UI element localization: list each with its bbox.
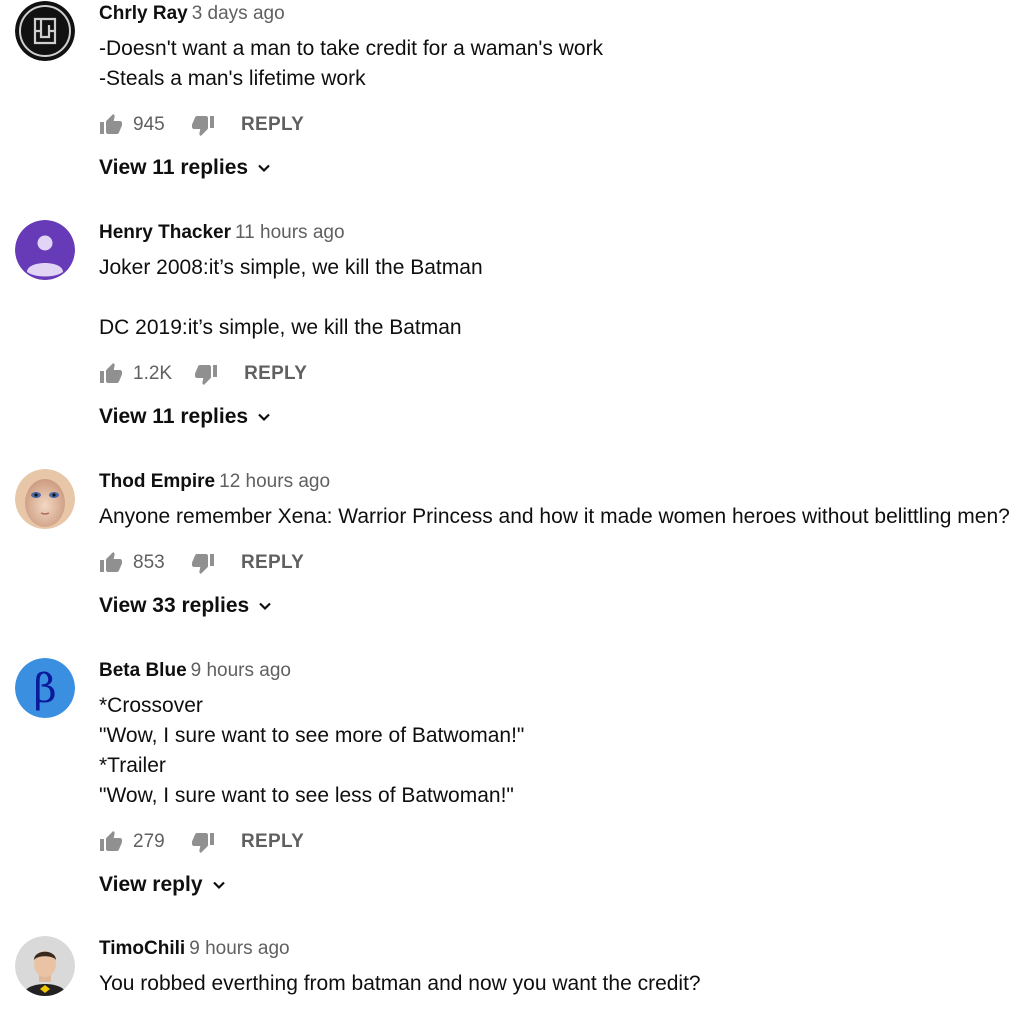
comment-text: You robbed everthing from batman and now…: [99, 969, 1014, 999]
like-count: 279: [133, 831, 165, 852]
comment-line: Joker 2008:it’s simple, we kill the Batm…: [99, 256, 483, 279]
avatar[interactable]: β: [15, 658, 75, 718]
comment-author[interactable]: Henry Thacker: [99, 222, 231, 243]
chevron-down-icon: [258, 413, 270, 422]
comment-actions: 853 REPLY: [99, 548, 1014, 578]
comment-line: Anyone remember Xena: Warrior Princess a…: [99, 505, 1010, 528]
comment-line: -Doesn't want a man to take credit for a…: [99, 37, 604, 60]
comment-header: Thod Empire 12 hours ago: [99, 468, 1014, 496]
band-logo-icon: [15, 1, 75, 61]
comment-text: Joker 2008:it’s simple, we kill the Batm…: [99, 253, 1014, 343]
comment-header: Beta Blue 9 hours ago: [99, 657, 1014, 685]
comment-time[interactable]: 3 days ago: [192, 3, 285, 24]
comment-line: "Wow, I sure want to see less of Batwoma…: [99, 784, 514, 807]
chevron-down-icon: [258, 164, 270, 173]
like-count: 1.2K: [133, 363, 173, 384]
like-button[interactable]: [99, 830, 123, 854]
thumbs-up-icon: [100, 363, 122, 383]
comment-time[interactable]: 12 hours ago: [219, 471, 330, 492]
dislike-button[interactable]: [191, 113, 215, 137]
comment-text: *Crossover "Wow, I sure want to see more…: [99, 691, 1014, 811]
comment-line: You robbed everthing from batman and now…: [99, 972, 701, 995]
avatar[interactable]: [15, 936, 75, 996]
comment-text: Anyone remember Xena: Warrior Princess a…: [99, 502, 1014, 532]
view-replies-button[interactable]: View reply: [99, 870, 227, 900]
reply-button[interactable]: REPLY: [241, 831, 304, 853]
thumbs-up-icon: [100, 552, 122, 572]
dislike-button[interactable]: [191, 551, 215, 575]
view-replies-button[interactable]: View 33 replies: [99, 591, 273, 621]
thumbs-down-icon: [192, 554, 214, 574]
avatar[interactable]: [15, 220, 75, 280]
avatar[interactable]: [15, 1, 75, 61]
chevron-down-icon: [259, 602, 271, 611]
thumbs-up-icon: [100, 114, 122, 134]
default-person-icon: [15, 220, 75, 280]
comment-header: Henry Thacker 11 hours ago: [99, 219, 1014, 247]
face-icon: [15, 469, 75, 529]
comment-author[interactable]: Beta Blue: [99, 660, 187, 681]
view-replies-label: View reply: [99, 873, 203, 896]
comment-text: -Doesn't want a man to take credit for a…: [99, 34, 1014, 94]
comment-time[interactable]: 11 hours ago: [235, 222, 345, 243]
dislike-button[interactable]: [194, 362, 218, 386]
view-replies-label: View 33 replies: [99, 594, 250, 617]
like-button[interactable]: [99, 362, 123, 386]
comment-line: *Crossover: [99, 694, 203, 717]
reply-button[interactable]: REPLY: [244, 363, 307, 385]
comment-actions: 945 REPLY: [99, 110, 1014, 140]
thumbs-up-icon: [100, 831, 122, 851]
like-count: 853: [133, 552, 165, 573]
reply-button[interactable]: REPLY: [241, 552, 304, 574]
reply-button[interactable]: REPLY: [241, 114, 304, 136]
comment-author[interactable]: Thod Empire: [99, 471, 215, 492]
comment-header: TimoChili 9 hours ago: [99, 935, 1014, 963]
beta-letter-icon: β: [15, 658, 75, 718]
like-button[interactable]: [99, 113, 123, 137]
comment-actions: 279 REPLY: [99, 827, 1014, 857]
comment-author[interactable]: TimoChili: [99, 938, 185, 959]
comment-line: [99, 283, 1014, 313]
view-replies-button[interactable]: View 11 replies: [99, 153, 272, 183]
avatar-letter: β: [33, 666, 56, 712]
comment-line: DC 2019:it’s simple, we kill the Batman: [99, 316, 462, 339]
comment-line: "Wow, I sure want to see more of Batwoma…: [99, 724, 525, 747]
comment-time[interactable]: 9 hours ago: [191, 660, 291, 681]
comment-time[interactable]: 9 hours ago: [189, 938, 289, 959]
comment-author[interactable]: Chrly Ray: [99, 3, 188, 24]
comment-line: -Steals a man's lifetime work: [99, 67, 366, 90]
person-photo-icon: [15, 936, 75, 996]
comment-line: *Trailer: [99, 754, 166, 777]
comment-header: Chrly Ray 3 days ago: [99, 0, 1014, 28]
thumbs-down-icon: [192, 116, 214, 136]
like-button[interactable]: [99, 551, 123, 575]
chevron-down-icon: [212, 881, 225, 890]
view-replies-label: View 11 replies: [99, 405, 249, 428]
view-replies-label: View 11 replies: [99, 156, 249, 179]
like-count: 945: [133, 114, 165, 135]
thumbs-down-icon: [192, 833, 214, 853]
comment-actions: 1.2K REPLY: [99, 359, 1014, 389]
view-replies-button[interactable]: View 11 replies: [99, 402, 272, 432]
dislike-button[interactable]: [191, 830, 215, 854]
avatar[interactable]: [15, 469, 75, 529]
thumbs-down-icon: [195, 365, 218, 385]
